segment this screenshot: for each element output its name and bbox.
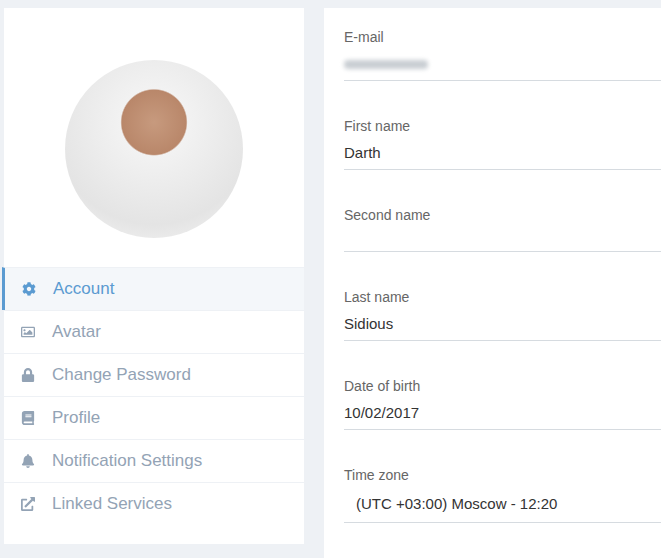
form-field: Date of birth 10/02/2017 bbox=[344, 376, 661, 430]
sidebar-item-label: Avatar bbox=[52, 321, 101, 343]
text-input[interactable] bbox=[344, 232, 661, 252]
text-input[interactable]: 10/02/2017 bbox=[344, 403, 661, 430]
sidebar-item[interactable]: Change Password bbox=[4, 353, 304, 396]
book-icon bbox=[20, 411, 36, 425]
sidebar-item-label: Profile bbox=[52, 407, 100, 429]
form-field: First name Darth bbox=[344, 116, 661, 170]
field-label: Date of birth bbox=[344, 376, 661, 396]
field-label: Last name bbox=[344, 287, 661, 307]
field-label: E-mail bbox=[344, 27, 661, 47]
sidebar-menu: Account Avatar Change Password Profile Notif… bbox=[4, 267, 304, 525]
image-icon bbox=[20, 325, 36, 339]
form-field: Last name Sidious bbox=[344, 287, 661, 341]
sidebar-item[interactable]: Profile bbox=[4, 396, 304, 439]
field-label: Second name bbox=[344, 205, 661, 225]
sidebar-item[interactable]: Account bbox=[2, 267, 304, 310]
form-field: Second name bbox=[344, 205, 661, 252]
text-input[interactable]: Sidious bbox=[344, 314, 661, 341]
sidebar-item-label: Account bbox=[53, 278, 114, 300]
sidebar-item-label: Notification Settings bbox=[52, 450, 202, 472]
sidebar-item[interactable]: Linked Services bbox=[4, 482, 304, 525]
sidebar-item[interactable]: Notification Settings bbox=[4, 439, 304, 482]
lock-icon bbox=[20, 368, 36, 382]
form-field: E-mail bbox=[344, 27, 661, 81]
profile-page: Account Avatar Change Password Profile Notif… bbox=[0, 0, 661, 558]
select-input[interactable]: (UTC +03:00) Moscow - 12:20 bbox=[344, 494, 661, 523]
sidebar-item-label: Change Password bbox=[52, 364, 191, 386]
sidebar-item[interactable]: Avatar bbox=[4, 310, 304, 353]
text-input[interactable] bbox=[344, 54, 661, 81]
field-label: First name bbox=[344, 116, 661, 136]
sidebar-card: Account Avatar Change Password Profile Notif… bbox=[4, 8, 304, 544]
bell-icon bbox=[20, 454, 36, 468]
account-form-card: E-mail First name Darth Second name Last nam… bbox=[324, 8, 661, 558]
field-label: Time zone bbox=[344, 465, 661, 485]
text-input[interactable]: Darth bbox=[344, 143, 661, 170]
gear-icon bbox=[21, 282, 37, 296]
avatar-photo bbox=[65, 60, 243, 238]
sidebar-item-label: Linked Services bbox=[52, 493, 172, 515]
external-link-icon bbox=[20, 497, 36, 511]
form-field: Time zone (UTC +03:00) Moscow - 12:20 bbox=[344, 465, 661, 523]
blurred-value bbox=[344, 60, 428, 69]
